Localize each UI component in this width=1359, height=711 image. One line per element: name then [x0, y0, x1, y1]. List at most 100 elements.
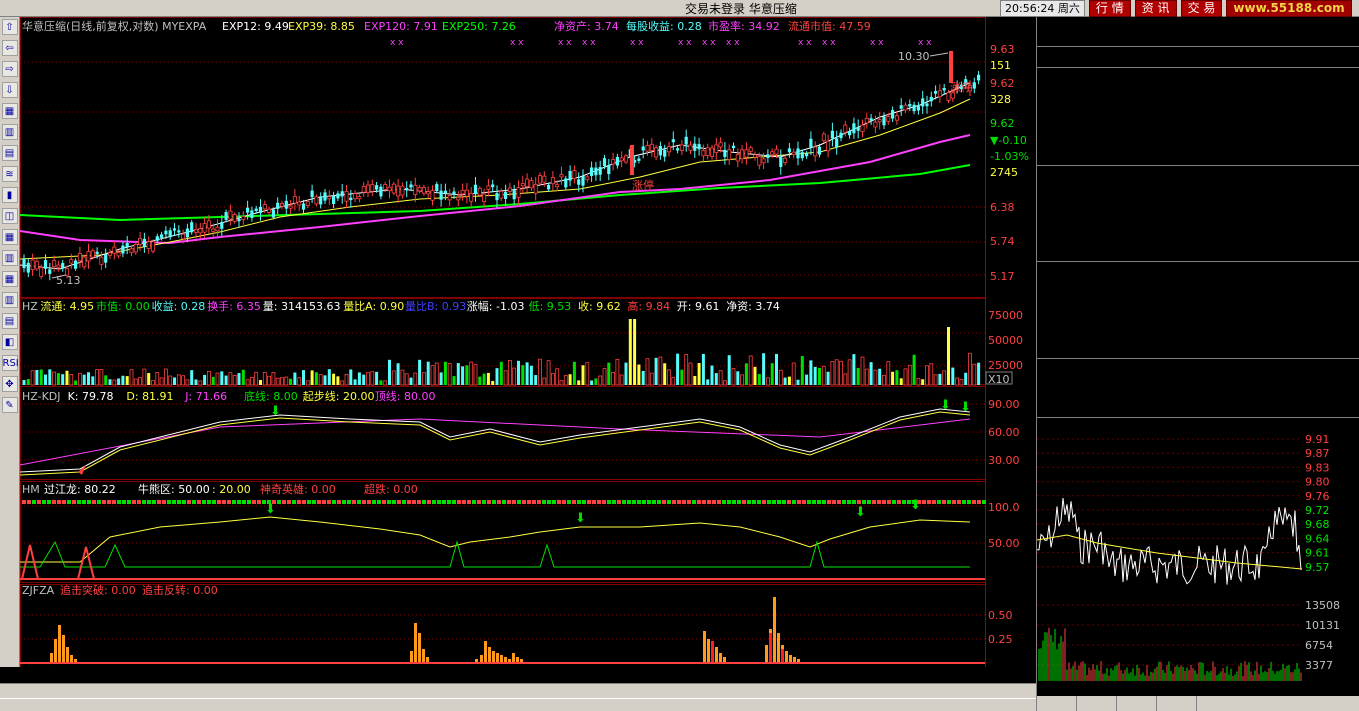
stat-row-2 [1037, 300, 1359, 319]
top-right-area: 交易未登录 华意压缩 20:56:24 周六 行 情 资 讯 交 易 www.5… [685, 0, 1352, 17]
kdj-axis-label: 60.00 [988, 426, 1020, 439]
bid-row-2 [1037, 185, 1359, 204]
price-axis-label: 6.38 [990, 201, 1015, 214]
tool-icon-13[interactable]: ▥ [1, 292, 18, 308]
stat-row-0 [1037, 262, 1359, 281]
web-link[interactable]: www.55188.com [1226, 0, 1352, 17]
tool-icon-9[interactable]: ◫ [1, 208, 18, 224]
function-links [0, 698, 1036, 711]
bid-row-5 [1037, 242, 1359, 261]
vol-header-3: 收益: 0.28 [152, 299, 206, 313]
vol-header-10: 收: 9.62 [578, 299, 621, 313]
kdj-header-3: J: 71.66 [184, 390, 227, 403]
date-axis-label: 1 [668, 666, 675, 667]
signal-mark: x x [918, 38, 932, 48]
ask-row-1 [1037, 145, 1359, 164]
tool-icon-17[interactable]: ✥ [1, 376, 18, 392]
date-axis-label: 12 [562, 666, 576, 667]
tool-icon-12[interactable]: ▦ [1, 271, 18, 287]
stock-title [1037, 23, 1359, 42]
kdj-header-6: 顶线: 80.00 [375, 389, 436, 403]
jzc-value: 净资产: 3.74 [554, 19, 619, 33]
kdj-arrow-icon: ⬇ [960, 400, 971, 415]
hm-arrow-icon: ⬇ [265, 502, 276, 517]
intraday-vol-label: 10131 [1305, 619, 1340, 632]
bid-row-4 [1037, 223, 1359, 242]
hm-c20: : 20.00 [212, 483, 251, 496]
vol-header-8: 涨幅: -1.03 [467, 300, 525, 313]
intraday-tab-2[interactable] [1117, 696, 1157, 711]
signal-mark: x x [390, 38, 404, 48]
tool-icon-5[interactable]: ▥ [1, 124, 18, 140]
tool-icon-14[interactable]: ▤ [1, 313, 18, 329]
tool-icon-0[interactable]: ⇧ [1, 19, 18, 35]
tool-icon-3[interactable]: ⇩ [1, 82, 18, 98]
intraday-avg-line [1037, 534, 1303, 570]
zj-bars [50, 597, 800, 663]
exp250-line [20, 164, 971, 222]
bid-row-1 [1037, 166, 1359, 185]
tool-icon-10[interactable]: ▦ [1, 229, 18, 245]
indicator-tabs [0, 683, 1036, 698]
exp120-value: EXP120: 7.91 [364, 20, 438, 33]
main-title: 华意压缩(日线,前复权,对数) MYEXPA [22, 19, 207, 33]
kline-chart-area[interactable]: 华意压缩(日线,前复权,对数) MYEXPA EXP12: 9.49 EXP39: … [20, 17, 1035, 667]
trade-button[interactable]: 交 易 [1180, 0, 1223, 17]
date-axis-label: 2014年 [22, 665, 61, 667]
exp250-value: EXP250: 7.26 [442, 20, 516, 33]
price-axis-label: 9.62 [990, 77, 1015, 90]
intraday-axis-label: 9.61 [1305, 547, 1330, 560]
tool-icon-7[interactable]: ≋ [1, 166, 18, 182]
tool-icon-18[interactable]: ✎ [1, 397, 18, 413]
stat-row-4 [1037, 338, 1359, 357]
vol-header-11: 高: 9.84 [627, 299, 670, 313]
exp12-line [20, 82, 971, 270]
price-axis-label: 151 [990, 59, 1011, 72]
kdj-header-2: D: 81.91 [126, 390, 173, 403]
tool-icon-16[interactable]: RSI [1, 355, 19, 371]
vol-header-5: 量: 314153.63 [263, 300, 341, 313]
mgsy-value: 每股收益: 0.28 [626, 19, 702, 33]
volume-bars [22, 319, 981, 386]
tool-icon-1[interactable]: ⇦ [1, 40, 18, 56]
hm-name: HM [22, 483, 40, 496]
intraday-axis-label: 9.76 [1305, 490, 1330, 503]
vol-header-6: 量比A: 0.90 [343, 300, 404, 313]
hm-axis-label: 50.00 [988, 537, 1020, 550]
high-annotation: 10.30 [898, 50, 930, 63]
intraday-price-line [1037, 498, 1302, 585]
price-axis-label: 9.62 [990, 117, 1015, 130]
news-button[interactable]: 资 讯 [1134, 0, 1177, 17]
tool-icon-15[interactable]: ◧ [1, 334, 18, 350]
vol-header-13: 净资: 3.74 [726, 299, 780, 313]
tool-icon-4[interactable]: ▦ [1, 103, 18, 119]
quote-panel: 9.91 9.87 9.83 9.80 9.76 9.72 9.68 9.64 9.61 9.57… [1036, 17, 1359, 711]
date-axis-label: 11 [478, 666, 492, 667]
stat-row-1 [1037, 281, 1359, 300]
stat2-row-2 [1037, 397, 1359, 416]
intraday-chart[interactable]: 9.919.879.83 9.809.769.729.689.64 9.619.57… [1037, 435, 1359, 695]
kdj-d-line [20, 411, 971, 476]
intraday-header [1039, 421, 1065, 435]
tool-icon-6[interactable]: ▤ [1, 145, 18, 161]
intraday-tab-0[interactable] [1037, 696, 1077, 711]
intraday-axis-label: 9.83 [1305, 461, 1330, 474]
intraday-vol-label: 3377 [1305, 659, 1333, 672]
hm-arrow-icon: ⬇ [910, 498, 921, 513]
hm-yellow-line [20, 516, 971, 563]
ask-row-3 [1037, 107, 1359, 126]
price-axis-label: 2745 [990, 166, 1018, 179]
signal-mark: x x [822, 38, 836, 48]
stat2-row-1 [1037, 378, 1359, 397]
quote-button[interactable]: 行 情 [1088, 0, 1131, 17]
hm-gjl: 过江龙: 80.22 [44, 483, 116, 496]
intraday-tab-3[interactable] [1157, 696, 1197, 711]
tool-icon-11[interactable]: ▥ [1, 250, 18, 266]
intraday-axis-label: 9.72 [1305, 504, 1330, 517]
intraday-tab-1[interactable] [1077, 696, 1117, 711]
hm-arrow-icon: ⬇ [575, 511, 586, 526]
tool-icon-2[interactable]: ⇨ [1, 61, 18, 77]
ask-row-5 [1037, 69, 1359, 88]
tool-icon-8[interactable]: ▮ [1, 187, 18, 203]
hm-arrow-icon: ⬇ [855, 505, 866, 520]
